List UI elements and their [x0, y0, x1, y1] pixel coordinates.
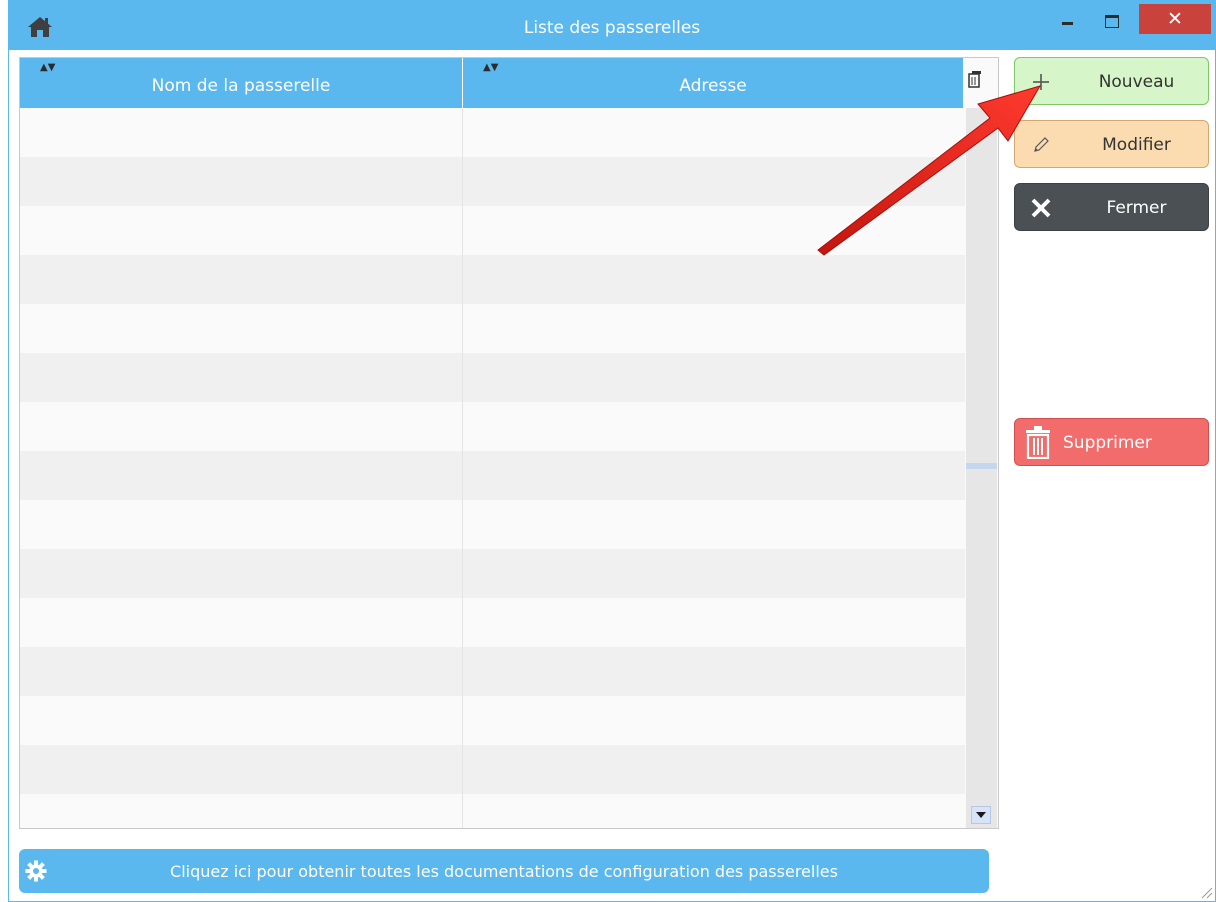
table-row[interactable] [20, 696, 965, 745]
sort-icon[interactable]: ▲▼ [483, 63, 498, 73]
x-icon [1031, 198, 1051, 218]
delete-button-label: Supprimer [1063, 433, 1152, 453]
close-window-button[interactable]: ✕ [1139, 4, 1211, 34]
new-button-label: Nouveau [1098, 72, 1175, 92]
sort-icon[interactable]: ▲▼ [40, 63, 55, 73]
vertical-scrollbar[interactable] [966, 108, 997, 828]
trash-icon [1026, 426, 1050, 459]
close-button[interactable]: Fermer [1014, 183, 1209, 231]
close-button-label: Fermer [1106, 198, 1167, 218]
resize-grip-icon[interactable] [1199, 885, 1213, 899]
column-label-name: Nom de la passerelle [151, 76, 331, 96]
scrollbar-thumb[interactable] [966, 463, 997, 469]
edit-button[interactable]: Modifier [1014, 120, 1209, 168]
minimize-button[interactable] [1049, 8, 1085, 34]
plus-icon [1033, 74, 1049, 90]
table-row[interactable] [20, 794, 965, 828]
gateways-table: ▲▼ Nom de la passerelle ▲▼ Adresse [19, 57, 999, 829]
table-row[interactable] [20, 108, 965, 157]
app-window: Liste des passerelles ✕ ▲▼ Nom de la pas… [8, 0, 1216, 902]
table-header: ▲▼ Nom de la passerelle ▲▼ Adresse [20, 58, 963, 108]
window-title: Liste des passerelles [523, 18, 701, 38]
table-row[interactable] [20, 304, 965, 353]
table-row[interactable] [20, 745, 965, 794]
table-row[interactable] [20, 255, 965, 304]
documentation-link-bar[interactable]: Cliquez ici pour obtenir toutes les docu… [19, 849, 989, 893]
table-row[interactable] [20, 353, 965, 402]
pencil-icon [1034, 137, 1049, 152]
maximize-button[interactable] [1093, 8, 1129, 34]
table-row[interactable] [20, 157, 965, 206]
table-row[interactable] [20, 402, 965, 451]
edit-button-label: Modifier [1102, 135, 1171, 155]
column-label-address: Adresse [679, 76, 747, 96]
title-bar: Liste des passerelles ✕ [9, 0, 1215, 50]
column-chooser-icon[interactable] [968, 70, 982, 88]
table-row[interactable] [20, 500, 965, 549]
column-divider [462, 108, 463, 828]
table-row[interactable] [20, 647, 965, 696]
documentation-link-text: Cliquez ici pour obtenir toutes les docu… [170, 862, 838, 881]
table-row[interactable] [20, 598, 965, 647]
new-button[interactable]: Nouveau [1014, 57, 1209, 105]
column-header-address[interactable]: ▲▼ Adresse [463, 58, 963, 108]
column-header-name[interactable]: ▲▼ Nom de la passerelle [20, 58, 463, 108]
table-row[interactable] [20, 451, 965, 500]
delete-button[interactable]: Supprimer [1014, 418, 1209, 466]
table-body [20, 108, 965, 828]
table-row[interactable] [20, 206, 965, 255]
table-row[interactable] [20, 549, 965, 598]
scroll-down-button[interactable] [971, 806, 991, 824]
